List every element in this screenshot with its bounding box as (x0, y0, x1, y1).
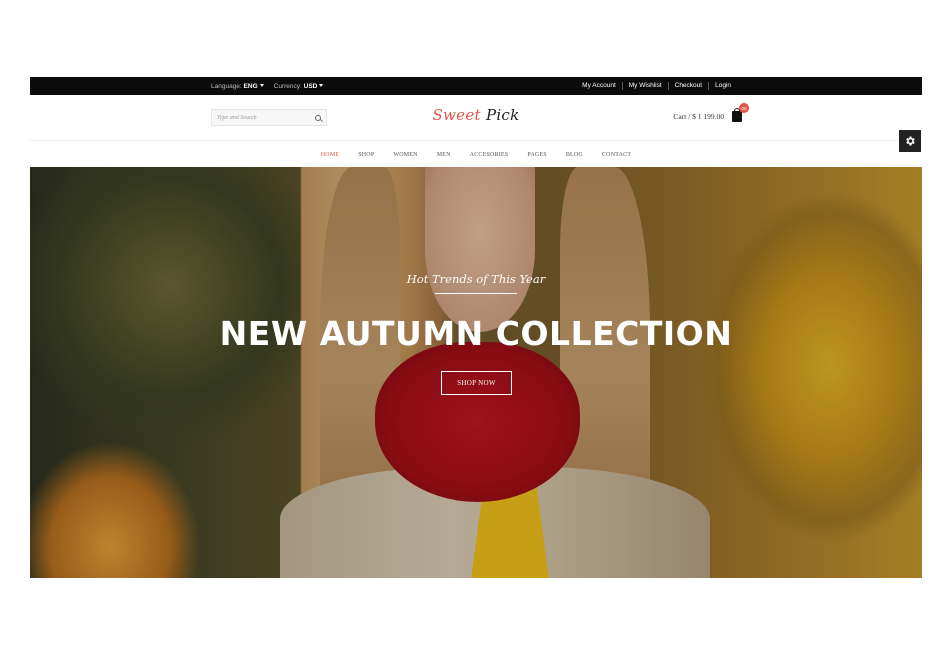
nav-item-home[interactable]: HOME (311, 152, 348, 158)
chevron-down-icon (319, 84, 324, 88)
checkout-link[interactable]: Checkout (667, 82, 708, 90)
cart-count-badge: 00 (739, 103, 749, 113)
logo-text-pick: Pick (485, 106, 520, 124)
nav-item-shop[interactable]: SHOP (349, 152, 384, 158)
shop-now-button[interactable]: SHOP NOW (441, 371, 512, 395)
hero-banner: Hot Trends of This Year NEW AUTUMN COLLE… (30, 167, 922, 578)
nav-item-accesories[interactable]: ACCESORIES (460, 152, 518, 158)
top-bar: Language: ENG Currency: USD My Account M… (30, 77, 922, 95)
site-logo[interactable]: Sweet Pick (30, 106, 922, 124)
hero-divider (435, 293, 517, 294)
settings-button[interactable] (899, 130, 921, 152)
cart-total: Cart / $ 1 199.00 (673, 112, 724, 121)
language-selector[interactable]: Language: ENG (211, 83, 264, 90)
gear-icon (906, 136, 915, 146)
my-wishlist-link[interactable]: My Wishlist (621, 82, 668, 90)
hero-tagline: Hot Trends of This Year (406, 272, 546, 286)
nav-item-pages[interactable]: PAGES (518, 152, 556, 158)
login-link[interactable]: Login (708, 82, 737, 90)
my-account-link[interactable]: My Account (576, 82, 622, 90)
currency-selector[interactable]: Currency: USD (274, 83, 324, 90)
nav-item-contact[interactable]: CONTACT (592, 152, 640, 158)
chevron-down-icon (259, 84, 264, 88)
currency-label: Currency: (273, 82, 302, 90)
nav-item-blog[interactable]: BLOG (556, 152, 592, 158)
nav-item-men[interactable]: MEN (427, 152, 460, 158)
main-nav: HOME SHOP WOMEN MEN ACCESORIES PAGES BLO… (30, 142, 922, 167)
shopping-bag-icon[interactable]: 00 (732, 103, 749, 122)
site-header: Sweet Pick Cart / $ 1 199.00 00 (30, 95, 922, 141)
logo-text-sweet: Sweet (432, 106, 481, 124)
language-label: Language: (211, 82, 242, 90)
language-value: ENG (243, 82, 258, 90)
nav-item-women[interactable]: WOMEN (384, 152, 427, 158)
currency-value: USD (303, 82, 318, 90)
cart-widget[interactable]: Cart / $ 1 199.00 00 (673, 103, 749, 122)
locale-selectors: Language: ENG Currency: USD (211, 77, 324, 95)
hero-headline: NEW AUTUMN COLLECTION (219, 314, 733, 353)
page-frame: Language: ENG Currency: USD My Account M… (30, 77, 922, 578)
account-links: My Account My Wishlist Checkout Login (576, 77, 737, 95)
